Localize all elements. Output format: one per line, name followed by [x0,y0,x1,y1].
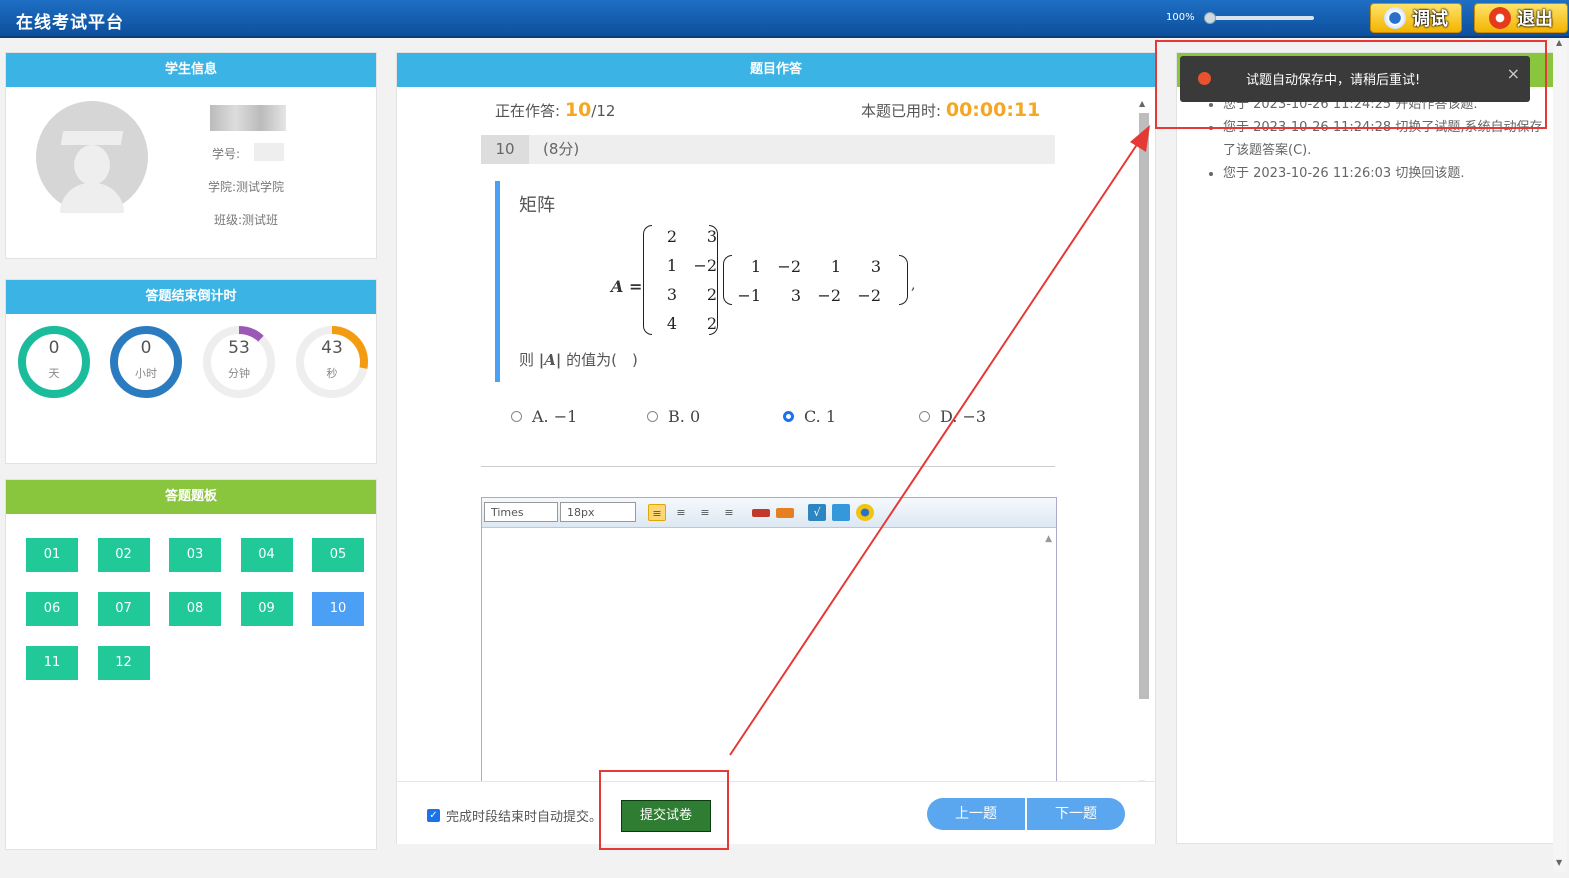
annotation-arrow [729,125,1150,756]
